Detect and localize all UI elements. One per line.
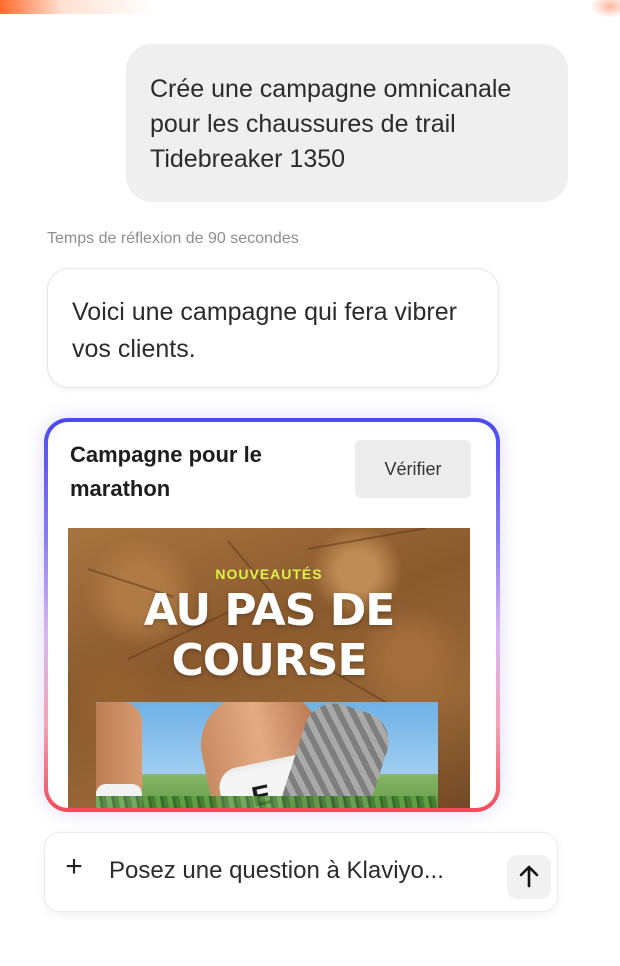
plus-icon[interactable]: + <box>59 852 89 883</box>
campaign-title: Campagne pour le marathon <box>70 442 262 501</box>
message-composer: + <box>44 832 558 912</box>
chat-screen: Crée une campagne omnicanale pour les ch… <box>0 0 620 966</box>
campaign-card-body: Campagne pour le marathon Vérifier NOUVE… <box>48 422 496 808</box>
soil-crack <box>307 528 427 550</box>
runner-photo: E <box>96 702 438 808</box>
campaign-card[interactable]: Campagne pour le marathon Vérifier NOUVE… <box>44 418 500 812</box>
top-accent-bar <box>0 0 620 14</box>
user-message-bubble: Crée une campagne omnicanale pour les ch… <box>126 44 568 202</box>
verify-button[interactable]: Vérifier <box>355 440 471 498</box>
campaign-hero-image[interactable]: NOUVEAUTÉS AU PAS DE COURSE E <box>68 528 470 808</box>
assistant-message-text: Voici une campagne qui fera vibrer vos c… <box>72 298 457 363</box>
arrow-up-icon <box>519 865 539 888</box>
top-accent-glow <box>590 0 620 18</box>
composer-input[interactable] <box>109 853 489 889</box>
reasoning-duration-note: Temps de réflexion de 90 secondes <box>47 230 299 247</box>
hero-headline: AU PAS DE COURSE <box>143 585 396 686</box>
user-message-text: Crée une campagne omnicanale pour les ch… <box>150 75 512 173</box>
grass <box>96 796 438 808</box>
send-button[interactable] <box>507 855 551 899</box>
assistant-message-bubble: Voici une campagne qui fera vibrer vos c… <box>47 268 499 388</box>
hero-eyebrow: NOUVEAUTÉS <box>215 566 323 582</box>
